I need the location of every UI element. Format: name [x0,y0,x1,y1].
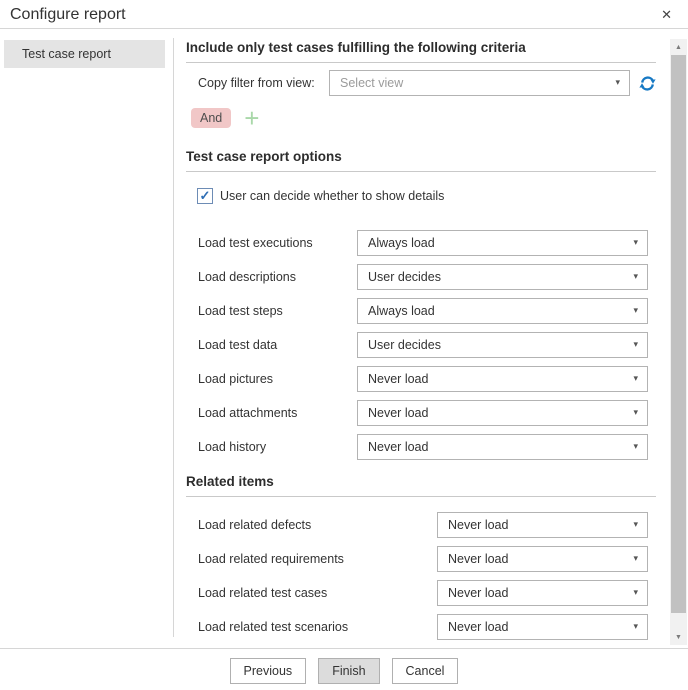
row-dropdown-value: Never load [368,440,428,454]
row-dropdown-value: Always load [368,236,435,250]
chevron-down-icon: ▾ [633,553,638,564]
options-rows: Load test executions Always load ▾ Load … [186,230,656,460]
row-dropdown[interactable]: User decides ▾ [357,332,648,358]
row-dropdown-value: Never load [448,586,508,600]
criteria-section-heading: Include only test cases fulfilling the f… [186,40,656,63]
chevron-down-icon: ▾ [615,77,620,88]
chevron-down-icon: ▾ [633,587,638,598]
show-details-checkbox-row[interactable]: ✓ User can decide whether to show detail… [197,188,656,204]
form-row: Load related test cases Never load ▾ [198,580,648,606]
row-dropdown-value: Always load [368,304,435,318]
row-label: Load descriptions [198,270,357,284]
and-operator-badge[interactable]: And [191,108,231,128]
chevron-down-icon: ▾ [633,519,638,530]
row-label: Load pictures [198,372,357,386]
row-dropdown[interactable]: Always load ▾ [357,230,648,256]
select-view-dropdown[interactable]: Select view ▾ [329,70,630,96]
select-view-placeholder: Select view [340,76,403,90]
check-mark-icon: ✓ [200,188,211,204]
row-label: Load attachments [198,406,357,420]
copy-filter-label: Copy filter from view: [198,76,329,90]
row-dropdown[interactable]: Never load ▾ [437,580,648,606]
row-dropdown-value: Never load [448,552,508,566]
previous-button[interactable]: Previous [230,658,307,684]
cancel-button[interactable]: Cancel [392,658,459,684]
form-row: Load attachments Never load ▾ [198,400,648,426]
form-row: Load test steps Always load ▾ [198,298,648,324]
form-row: Load test executions Always load ▾ [198,230,648,256]
row-label: Load test data [198,338,357,352]
dialog-header: Configure report ✕ [0,0,688,29]
row-dropdown-value: Never load [448,518,508,532]
refresh-views-button[interactable] [639,75,656,92]
scroll-up-icon[interactable]: ▲ [670,39,687,55]
chevron-down-icon: ▾ [633,407,638,418]
checkbox-checked-icon[interactable]: ✓ [197,188,213,204]
row-dropdown[interactable]: Never load ▾ [437,614,648,640]
row-label: Load history [198,440,357,454]
close-icon[interactable]: ✕ [657,6,676,23]
scroll-down-icon[interactable]: ▼ [670,629,687,645]
scrollbar-thumb[interactable] [671,55,686,613]
chevron-down-icon: ▾ [633,373,638,384]
related-rows: Load related defects Never load ▾ Load r… [186,512,656,640]
row-label: Load related requirements [198,552,437,566]
refresh-icon [639,75,656,92]
row-dropdown[interactable]: Always load ▾ [357,298,648,324]
dialog-body: Test case report Include only test cases… [0,29,688,648]
configure-report-dialog: Configure report ✕ Test case report Incl… [0,0,688,690]
row-dropdown[interactable]: Never load ▾ [357,400,648,426]
finish-button[interactable]: Finish [318,658,379,684]
form-row: Load history Never load ▾ [198,434,648,460]
row-dropdown[interactable]: Never load ▾ [437,512,648,538]
chevron-down-icon: ▾ [633,621,638,632]
form-row: Load pictures Never load ▾ [198,366,648,392]
add-criteria-icon[interactable]: + [244,108,259,128]
row-label: Load test executions [198,236,357,250]
row-dropdown[interactable]: User decides ▾ [357,264,648,290]
row-dropdown-value: User decides [368,270,441,284]
form-row: Load descriptions User decides ▾ [198,264,648,290]
row-label: Load test steps [198,304,357,318]
options-section-heading: Test case report options [186,149,656,172]
content-panel: Include only test cases fulfilling the f… [173,29,688,648]
row-dropdown-value: User decides [368,338,441,352]
chevron-down-icon: ▾ [633,237,638,248]
row-dropdown[interactable]: Never load ▾ [437,546,648,572]
dialog-title: Configure report [10,5,126,24]
row-dropdown[interactable]: Never load ▾ [357,366,648,392]
criteria-builder-row: And + [191,107,656,129]
row-dropdown[interactable]: Never load ▾ [357,434,648,460]
dialog-footer: Previous Finish Cancel [0,648,688,690]
chevron-down-icon: ▾ [633,441,638,452]
related-section-heading: Related items [186,474,656,497]
row-label: Load related test cases [198,586,437,600]
row-label: Load related defects [198,518,437,532]
row-dropdown-value: Never load [448,620,508,634]
row-dropdown-value: Never load [368,406,428,420]
chevron-down-icon: ▾ [633,339,638,350]
sidebar: Test case report [0,29,173,648]
sidebar-item-test-case-report[interactable]: Test case report [4,40,165,68]
sidebar-divider [173,38,174,637]
form-row: Load related requirements Never load ▾ [198,546,648,572]
scrollbar[interactable]: ▲ ▼ [670,39,687,645]
show-details-checkbox-label: User can decide whether to show details [220,189,444,203]
form-row: Load related defects Never load ▾ [198,512,648,538]
form-row: Load related test scenarios Never load ▾ [198,614,648,640]
chevron-down-icon: ▾ [633,271,638,282]
copy-filter-row: Copy filter from view: Select view ▾ [198,70,656,96]
row-dropdown-value: Never load [368,372,428,386]
chevron-down-icon: ▾ [633,305,638,316]
form-row: Load test data User decides ▾ [198,332,648,358]
row-label: Load related test scenarios [198,620,437,634]
